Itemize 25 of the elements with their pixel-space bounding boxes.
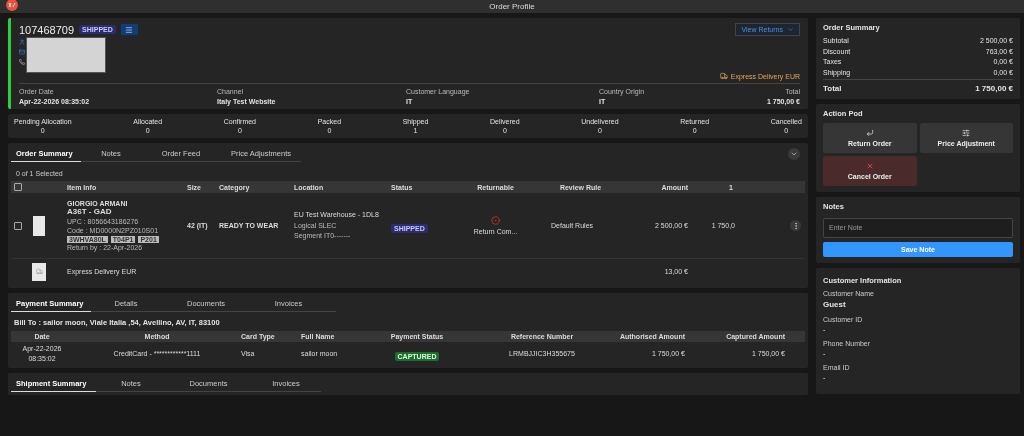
menu-icon: [125, 25, 134, 34]
order-number: 107468709: [19, 23, 75, 36]
total-label: Total: [823, 84, 842, 93]
return-arrow-icon: [865, 129, 874, 137]
expand-button[interactable]: [788, 148, 800, 160]
more-button[interactable]: [790, 220, 801, 231]
product-photo-placeholder: [33, 215, 45, 236]
person-icon: [19, 39, 25, 45]
sliders-icon: [962, 129, 971, 137]
total-value: 1 750,00 €: [975, 84, 1013, 93]
field-value: Guest: [823, 299, 847, 309]
mail-icon: [19, 49, 25, 55]
target-icon: [491, 215, 500, 225]
truck-icon: [32, 262, 46, 281]
checkbox[interactable]: [14, 183, 22, 191]
menu-button[interactable]: [120, 24, 138, 35]
logo-icon: [5, 0, 19, 12]
chevron-down-icon: [787, 26, 794, 33]
checkbox[interactable]: [14, 221, 22, 230]
truck-icon: [719, 72, 728, 80]
chevron-down-icon: [790, 150, 798, 158]
close-icon: [865, 162, 874, 170]
page-title: Order Profile: [489, 1, 535, 12]
product-name: A36T - GAD: [67, 208, 112, 218]
phone-icon: [19, 59, 25, 65]
